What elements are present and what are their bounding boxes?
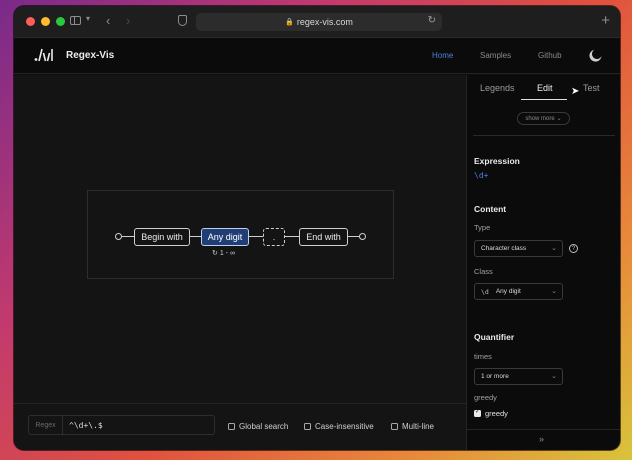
multi-line-checkbox[interactable]	[391, 423, 398, 430]
reload-icon[interactable]: ↻	[428, 15, 436, 26]
regex-input-bar: Regex ^\d+\.$ Global search Case-insensi…	[14, 403, 466, 450]
sidebar-toggle-icon[interactable]	[70, 16, 81, 25]
active-tab-indicator	[521, 99, 567, 100]
dark-mode-icon[interactable]	[591, 48, 604, 61]
content-heading: Content	[474, 204, 507, 214]
show-more-label: show more	[525, 115, 555, 122]
case-insensitive-checkbox[interactable]	[304, 423, 311, 430]
visualization-area: Begin with Any digit . End with ↻ 1 - ∞ …	[14, 75, 466, 450]
close-window-button[interactable]	[26, 17, 35, 26]
node-any-character[interactable]: .	[263, 228, 285, 246]
brand-name[interactable]: Regex-Vis	[66, 50, 114, 61]
back-icon[interactable]: ‹	[106, 13, 110, 28]
node-end-with[interactable]: End with	[299, 228, 348, 246]
maximize-window-button[interactable]	[56, 17, 65, 26]
regex-input[interactable]: Regex ^\d+\.$	[28, 415, 215, 435]
flag-global-search[interactable]: Global search	[228, 422, 288, 431]
global-search-label: Global search	[239, 422, 289, 431]
greedy-toggle[interactable]: greedy	[474, 408, 508, 418]
nav-github[interactable]: Github	[538, 51, 562, 60]
chevron-down-icon: ⌄	[551, 288, 557, 295]
panel-footer: »	[467, 429, 620, 450]
url-text: regex-vis.com	[296, 17, 353, 27]
browser-toolbar: ▾ ‹ › 🔒 regex-vis.com ↻ +	[14, 6, 620, 38]
show-more-button[interactable]: show more ⌄	[517, 112, 570, 125]
node-any-digit[interactable]: Any digit	[201, 228, 249, 246]
type-select[interactable]: Character class ⌄	[474, 240, 563, 257]
greedy-checkbox[interactable]	[474, 408, 481, 417]
type-select-value: Character class	[481, 245, 527, 252]
flag-case-insensitive[interactable]: Case-insensitive	[304, 422, 374, 431]
regex-input-value[interactable]: ^\d+\.$	[63, 421, 103, 430]
panel-divider	[473, 135, 615, 136]
address-bar[interactable]: 🔒 regex-vis.com ↻	[196, 13, 442, 31]
chevron-down-icon: ⌄	[551, 373, 557, 380]
times-select-value: 1 or more	[481, 373, 509, 380]
edit-panel: Legends Edit Test ➤ show more ⌄ Expressi…	[466, 75, 620, 450]
class-select[interactable]: \d Any digit ⌄	[474, 283, 563, 300]
help-icon[interactable]: ?	[569, 244, 578, 253]
quantifier-label: ↻ 1 - ∞	[212, 249, 235, 257]
app-header: Regex-Vis Home Samples Github	[14, 38, 620, 74]
minimize-window-button[interactable]	[41, 17, 50, 26]
case-insensitive-label: Case-insensitive	[315, 422, 374, 431]
type-label: Type	[474, 223, 491, 232]
expression-heading: Expression	[474, 156, 520, 166]
browser-window: ▾ ‹ › 🔒 regex-vis.com ↻ + Regex-Vis Home…	[14, 6, 620, 450]
quantifier-text: 1 - ∞	[219, 250, 235, 257]
class-code: \d	[481, 287, 489, 296]
privacy-shield-icon[interactable]	[178, 15, 187, 26]
times-label: times	[474, 352, 492, 361]
regex-graph: Begin with Any digit . End with ↻ 1 - ∞	[87, 190, 394, 279]
flag-multi-line[interactable]: Multi-line	[391, 422, 434, 431]
tab-legends[interactable]: Legends	[480, 83, 515, 93]
lock-icon: 🔒	[285, 19, 294, 26]
greedy-label: greedy	[474, 393, 497, 402]
mouse-cursor-icon: ➤	[571, 86, 580, 97]
chevron-down-icon: ⌄	[551, 245, 557, 252]
nav-home[interactable]: Home	[432, 51, 453, 60]
graph-end-point	[359, 233, 366, 240]
new-tab-icon[interactable]: +	[601, 12, 610, 29]
class-select-value: Any digit	[495, 288, 521, 295]
window-controls	[26, 17, 65, 26]
chevron-down-icon[interactable]: ▾	[86, 14, 90, 23]
multi-line-label: Multi-line	[402, 422, 435, 431]
graph-start-point	[115, 233, 122, 240]
times-select[interactable]: 1 or more ⌄	[474, 368, 563, 385]
forward-icon[interactable]: ›	[126, 13, 130, 28]
regex-vis-logo-icon[interactable]	[34, 48, 54, 62]
expression-value: \d+	[474, 171, 489, 180]
node-begin-with[interactable]: Begin with	[134, 228, 190, 246]
class-label: Class	[474, 267, 493, 276]
chevron-down-icon: ⌄	[556, 116, 562, 122]
quantifier-heading: Quantifier	[474, 332, 515, 342]
collapse-panel-icon[interactable]: »	[539, 434, 544, 444]
repeat-icon: ↻	[212, 250, 218, 257]
tab-edit[interactable]: Edit	[537, 83, 553, 93]
global-search-checkbox[interactable]	[228, 423, 235, 430]
tab-test[interactable]: Test	[583, 83, 600, 93]
regex-input-label: Regex	[29, 416, 63, 434]
panel-tabs: Legends Edit Test ➤	[467, 75, 620, 100]
greedy-checkbox-label: greedy	[485, 409, 508, 418]
nav-samples[interactable]: Samples	[480, 51, 511, 60]
